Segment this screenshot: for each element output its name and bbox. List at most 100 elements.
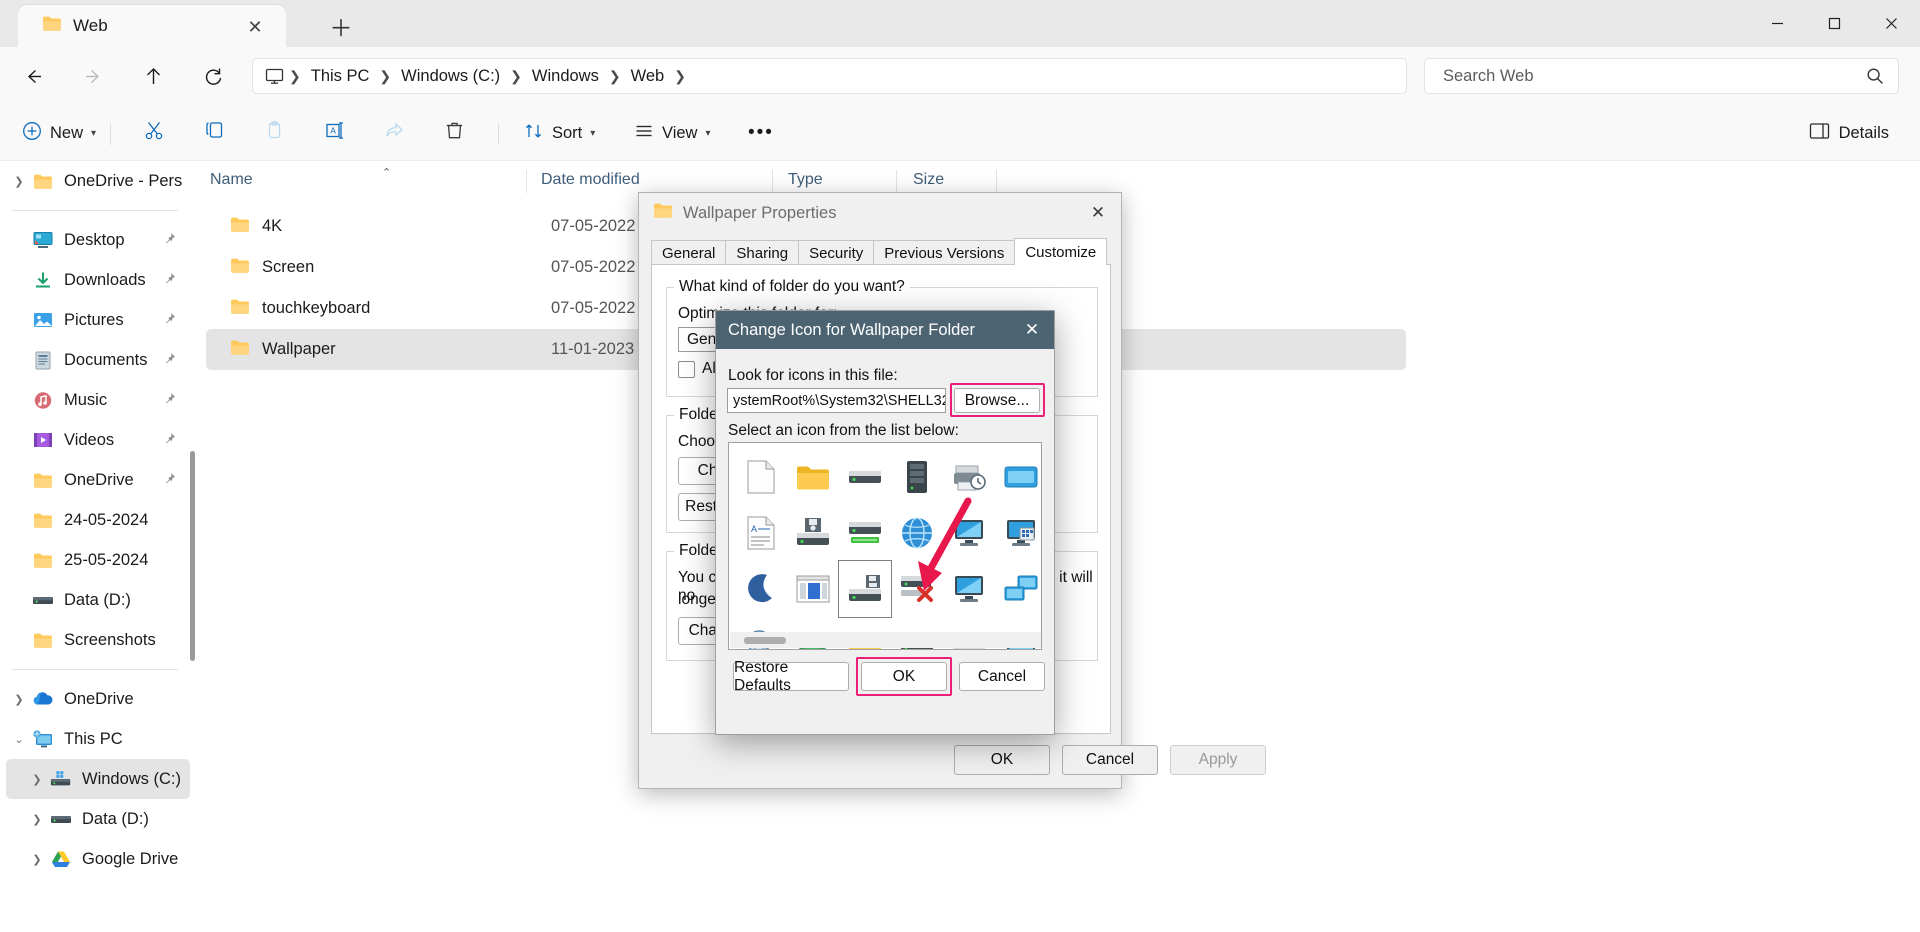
icon-option-window-blue-icon[interactable] xyxy=(995,449,1042,505)
breadcrumb-item-3[interactable]: Web xyxy=(624,64,672,89)
properties-cancel-button[interactable]: Cancel xyxy=(1062,745,1158,775)
sidebar-item-25-05-2024[interactable]: 25-05-2024 xyxy=(6,540,190,580)
sidebar-item-onedrive[interactable]: ❯OneDrive xyxy=(6,679,190,719)
column-header-type[interactable]: Type xyxy=(788,171,823,189)
chevron-down-icon[interactable]: ▾ xyxy=(590,128,595,139)
breadcrumb-item-2[interactable]: Windows xyxy=(525,64,606,89)
navigation-pane[interactable]: ❯OneDrive - Pers DesktopDownloadsPictures… xyxy=(0,161,196,932)
refresh-button[interactable] xyxy=(197,60,230,93)
pin-icon[interactable] xyxy=(162,352,176,371)
close-icon[interactable] xyxy=(1863,0,1920,47)
chevron-down-icon[interactable]: ▾ xyxy=(705,128,710,139)
breadcrumb-item-0[interactable]: This PC xyxy=(304,64,377,89)
chevron-right-icon[interactable]: ❯ xyxy=(24,853,50,866)
tab-security[interactable]: Security xyxy=(798,240,874,265)
icon-option-network-share-icon[interactable] xyxy=(995,561,1042,617)
scrollbar-thumb[interactable] xyxy=(744,637,786,644)
horizontal-scrollbar[interactable] xyxy=(730,632,1042,648)
icon-option-folder-icon[interactable] xyxy=(787,449,839,505)
breadcrumb-item-1[interactable]: Windows (C:) xyxy=(394,64,507,89)
sidebar-item-data-d[interactable]: ❯Data (D:) xyxy=(6,799,190,839)
pin-icon[interactable] xyxy=(162,392,176,411)
rename-button[interactable]: A xyxy=(316,116,353,150)
tab-sharing[interactable]: Sharing xyxy=(725,240,799,265)
icon-option-moon-icon[interactable] xyxy=(735,561,787,617)
sidebar-item-google-drive[interactable]: ❯Google Drive xyxy=(6,839,190,879)
sidebar-item-screenshots[interactable]: Screenshots xyxy=(6,620,190,660)
pin-icon[interactable] xyxy=(162,432,176,451)
sidebar-item-downloads[interactable]: Downloads xyxy=(6,260,190,300)
breadcrumb[interactable]: ❯ This PC ❯ Windows (C:) ❯ Windows ❯ Web… xyxy=(252,58,1407,94)
tab-customize[interactable]: Customize xyxy=(1014,238,1107,265)
sidebar-item-desktop[interactable]: Desktop xyxy=(6,220,190,260)
icon-option-drive-icon[interactable] xyxy=(839,449,891,505)
browse-button[interactable]: Browse... xyxy=(954,388,1040,413)
icon-file-input[interactable]: ystemRoot%\System32\SHELL32.dll xyxy=(727,388,946,413)
chevron-right-icon[interactable]: ❯ xyxy=(24,813,50,826)
chevron-right-icon[interactable]: ❯ xyxy=(6,175,32,188)
more-options-button[interactable]: ••• xyxy=(740,116,782,150)
sidebar-item-onedrive[interactable]: OneDrive xyxy=(6,460,190,500)
icon-option-monitor-network2-icon[interactable] xyxy=(943,561,995,617)
details-pane-button[interactable]: Details xyxy=(1800,117,1898,150)
pin-icon[interactable] xyxy=(162,232,176,251)
ok-button[interactable]: OK xyxy=(861,662,947,691)
sort-button[interactable]: Sort ▾ xyxy=(516,116,603,150)
close-icon[interactable]: ✕ xyxy=(1075,193,1121,233)
icon-option-blank-document-icon[interactable] xyxy=(735,449,787,505)
sidebar-item-data-d[interactable]: Data (D:) xyxy=(6,580,190,620)
search-icon[interactable] xyxy=(1866,67,1884,90)
restore-defaults-button[interactable]: Restore Defaults xyxy=(733,662,849,691)
sidebar-item-videos[interactable]: Videos xyxy=(6,420,190,460)
sidebar-item-24-05-2024[interactable]: 24-05-2024 xyxy=(6,500,190,540)
sidebar-item-documents[interactable]: Documents xyxy=(6,340,190,380)
new-button[interactable]: New ▾ xyxy=(14,116,104,150)
sidebar-item-windows-c[interactable]: ❯Windows (C:) xyxy=(6,759,190,799)
up-button[interactable] xyxy=(137,60,170,93)
properties-tabstrip[interactable]: General Sharing Security Previous Versio… xyxy=(651,238,1106,265)
tab-previous-versions[interactable]: Previous Versions xyxy=(873,240,1015,265)
chevron-right-icon[interactable]: ❯ xyxy=(6,693,32,706)
delete-button[interactable] xyxy=(436,116,473,150)
new-tab-button[interactable]: ＋ xyxy=(325,10,357,42)
chevron-down-icon[interactable]: ⌄ xyxy=(6,733,32,746)
explorer-tab-web[interactable]: Web ✕ xyxy=(18,5,286,47)
column-divider[interactable] xyxy=(526,170,527,193)
chevron-down-icon[interactable]: ▾ xyxy=(91,128,96,139)
properties-ok-button[interactable]: OK xyxy=(954,745,1050,775)
apply-subfolders-checkbox[interactable] xyxy=(678,361,695,378)
column-divider[interactable] xyxy=(772,170,773,193)
column-header-size[interactable]: Size xyxy=(913,171,944,189)
icon-option-drive-green-icon[interactable] xyxy=(839,505,891,561)
tab-general[interactable]: General xyxy=(651,240,726,265)
icon-option-text-document-icon[interactable]: A xyxy=(735,505,787,561)
search-input[interactable]: Search Web xyxy=(1424,58,1899,94)
close-icon[interactable]: ✕ xyxy=(1010,311,1054,349)
sidebar-scrollbar[interactable] xyxy=(190,451,195,661)
pin-icon[interactable] xyxy=(162,272,176,291)
column-header-date[interactable]: Date modified xyxy=(541,171,640,189)
minimize-icon[interactable] xyxy=(1749,0,1806,47)
column-header-name[interactable]: Name xyxy=(210,171,253,189)
icon-option-globe-icon[interactable] xyxy=(891,505,943,561)
sidebar-item-onedrive-pers[interactable]: ❯OneDrive - Pers xyxy=(6,161,190,201)
cancel-button[interactable]: Cancel xyxy=(959,662,1045,691)
icon-option-monitor-network-icon[interactable] xyxy=(943,505,995,561)
sidebar-item-music[interactable]: Music xyxy=(6,380,190,420)
icon-option-printer-clock-icon[interactable] xyxy=(943,449,995,505)
column-divider[interactable] xyxy=(896,170,897,193)
pin-icon[interactable] xyxy=(162,312,176,331)
icon-option-drive-disconnect-icon[interactable] xyxy=(891,561,943,617)
view-button[interactable]: View ▾ xyxy=(626,116,719,150)
close-icon[interactable]: ✕ xyxy=(244,16,266,38)
icon-option-program-window-icon[interactable] xyxy=(787,561,839,617)
change-icon-dialog[interactable]: Change Icon for Wallpaper Folder ✕ Look … xyxy=(715,310,1055,735)
copy-button[interactable] xyxy=(196,116,233,150)
icon-option-floppy-drive-icon[interactable] xyxy=(787,505,839,561)
cut-button[interactable] xyxy=(136,116,173,150)
icon-option-server-rack-icon[interactable] xyxy=(891,449,943,505)
maximize-icon[interactable] xyxy=(1806,0,1863,47)
chevron-right-icon[interactable]: ❯ xyxy=(24,773,50,786)
sidebar-item-pictures[interactable]: Pictures xyxy=(6,300,190,340)
sidebar-item-this-pc[interactable]: ⌄This PC xyxy=(6,719,190,759)
